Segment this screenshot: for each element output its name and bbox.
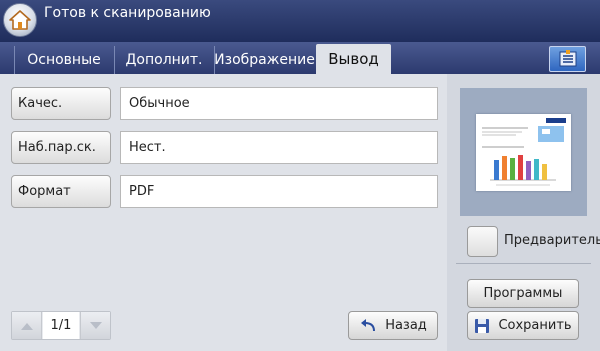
preview-document-image xyxy=(482,118,566,186)
top-bar: Готов к сканированию xyxy=(0,0,600,42)
scan-set-button[interactable]: Наб.пар.ск. xyxy=(11,131,111,164)
quality-value: Обычное xyxy=(120,87,438,120)
arrow-up-icon xyxy=(20,322,33,330)
save-button[interactable]: Сохранить xyxy=(467,311,579,340)
preview-checkbox[interactable] xyxy=(467,226,498,257)
format-value: PDF xyxy=(120,175,438,208)
preview-thumbnail xyxy=(476,114,571,191)
tab-image[interactable]: Изображение xyxy=(214,46,315,74)
tab-bar: Основные Дополнит. Изображение Вывод xyxy=(0,42,600,74)
undo-arrow-icon xyxy=(361,318,376,331)
page-up-button[interactable] xyxy=(12,312,42,339)
save-label: Сохранить xyxy=(498,318,572,333)
back-label: Назад xyxy=(385,318,427,333)
menu-list-icon xyxy=(559,50,576,67)
divider xyxy=(456,263,591,264)
page-indicator: 1/1 xyxy=(43,312,79,339)
home-icon xyxy=(9,10,31,30)
menu-button[interactable] xyxy=(549,46,586,72)
status-text: Готов к сканированию xyxy=(44,5,211,21)
home-button[interactable] xyxy=(3,3,37,37)
arrow-down-icon xyxy=(89,321,102,329)
scan-set-value: Нест. xyxy=(120,131,438,164)
tab-output[interactable]: Вывод xyxy=(316,44,391,74)
preview-label: Предварительный просмотр xyxy=(504,233,600,248)
tab-basic[interactable]: Основные xyxy=(14,46,113,74)
page-down-button[interactable] xyxy=(80,312,110,339)
right-panel: Предварительный просмотр Программы Сохра… xyxy=(447,74,600,351)
quality-button[interactable]: Качес. xyxy=(11,87,111,120)
programs-label: Программы xyxy=(483,286,563,301)
pager: 1/1 xyxy=(11,311,111,340)
floppy-disk-icon xyxy=(475,318,490,333)
programs-button[interactable]: Программы xyxy=(467,279,579,308)
back-button[interactable]: Назад xyxy=(348,311,438,340)
tab-advanced[interactable]: Дополнит. xyxy=(114,46,213,74)
preview-frame xyxy=(460,88,587,216)
format-button[interactable]: Формат xyxy=(11,175,111,208)
